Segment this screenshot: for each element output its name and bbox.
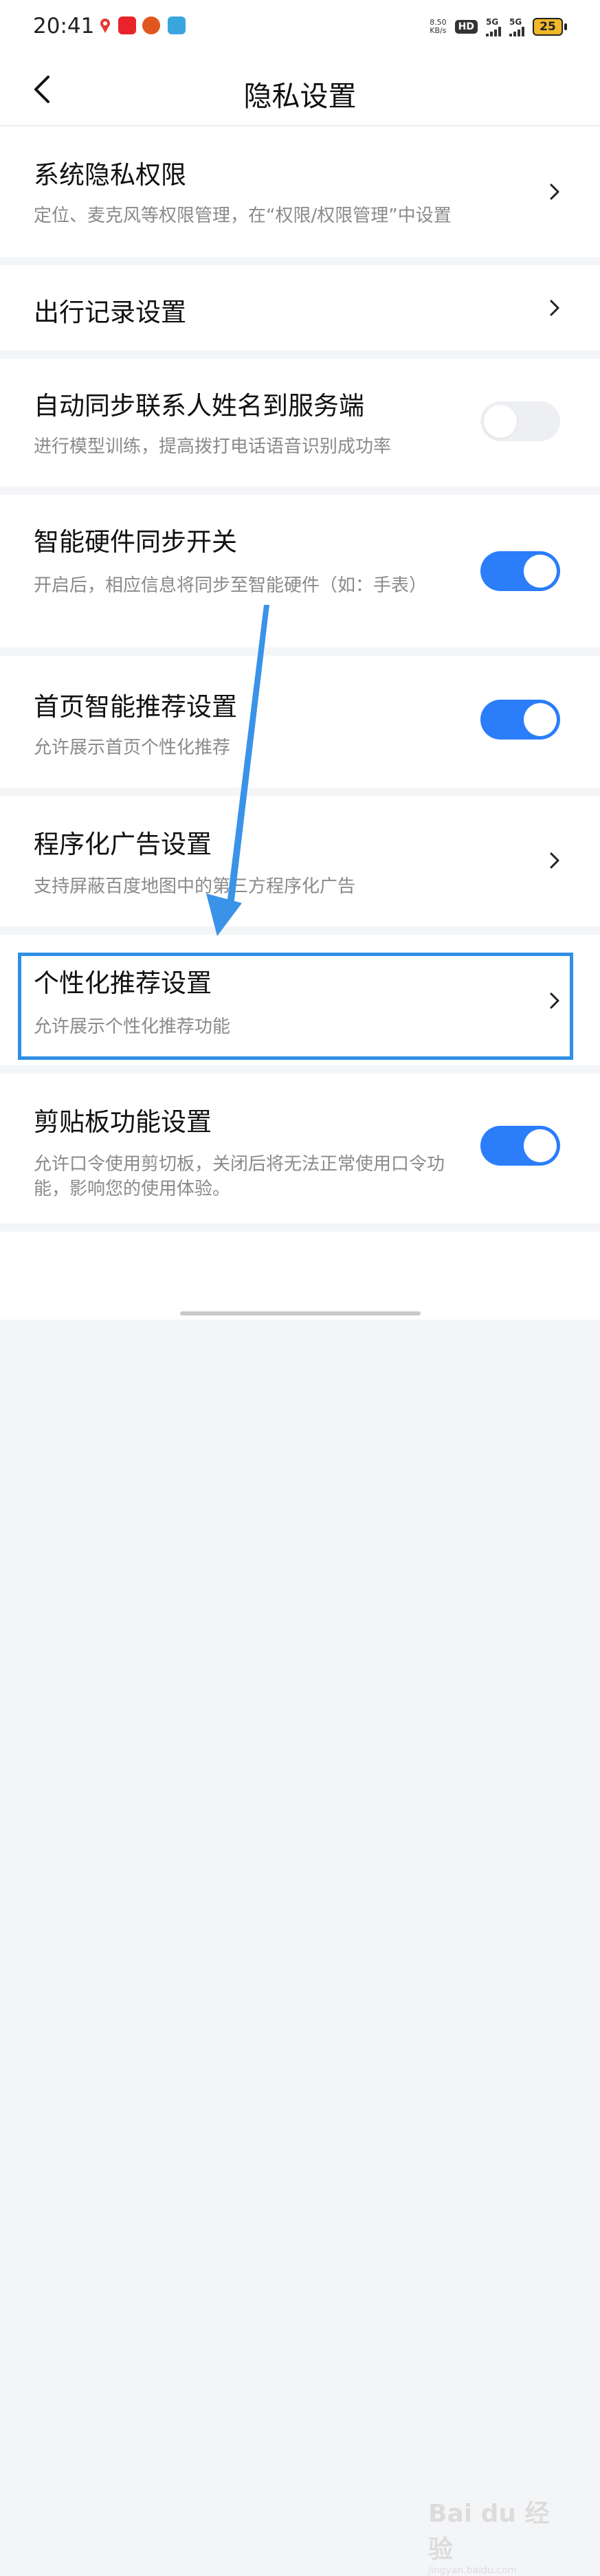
status-right: 8.50 KB/s HD 5G 5G 25 [430,15,567,38]
baidu-jingyan-watermark: Bai du 经验 jingyan.baidu.com [428,2494,566,2576]
setting-description: 允许口令使用剪切板，关闭后将无法正常使用口令功能，影响您的使用体验。 [34,1154,445,1199]
signal-sim2-icon: 5G [509,17,524,36]
setting-title: 程序化广告设置 [34,830,212,859]
hd-badge: HD [454,20,478,34]
bottom-area: Bai du 经验 jingyan.baidu.com [0,1232,600,2576]
setting-title: 首页智能推荐设置 [34,692,237,722]
setting-home-recommend[interactable]: 首页智能推荐设置 允许展示首页个性化推荐 [0,656,600,788]
home-indicator[interactable] [180,1311,421,1315]
nav-header: 隐私设置 [0,54,600,126]
setting-title: 出行记录设置 [34,298,186,327]
signal-sim1-icon: 5G [486,17,501,36]
setting-title: 系统隐私权限 [34,160,186,190]
setting-title: 自动同步联系人姓名到服务端 [34,391,364,421]
watermark-sub: jingyan.baidu.com [428,2565,518,2576]
watermark-text: Bai du 经验 [428,2500,550,2564]
pumpkin-icon [142,16,160,34]
network-speed: 8.50 KB/s [430,19,447,35]
setting-hardware-sync[interactable]: 智能硬件同步开关 开启后，相应信息将同步至智能硬件（如：手表） [0,495,600,647]
setting-title: 个性化推荐设置 [34,968,212,998]
chevron-right-icon[interactable] [548,298,562,318]
map-pin-icon [96,16,114,34]
clipboard-toggle[interactable] [480,1126,560,1166]
sim2-label: 5G [509,17,522,27]
setting-description: 允许展示首页个性化推荐 [34,737,231,758]
hardware-sync-toggle[interactable] [480,551,560,591]
setting-description: 进行模型训练，提高拨打电话语音识别成功率 [34,436,392,457]
setting-description: 开启后，相应信息将同步至智能硬件（如：手表） [34,575,427,596]
setting-clipboard[interactable]: 剪贴板功能设置 允许口令使用剪切板，关闭后将无法正常使用口令功能，影响您的使用体… [0,1074,600,1223]
app-badge-icon [118,16,136,34]
sim1-label: 5G [486,17,499,27]
setting-personalized-recommend[interactable]: 个性化推荐设置 允许展示个性化推荐功能 [0,935,600,1065]
status-time: 20:41 [33,14,95,38]
setting-title: 剪贴板功能设置 [34,1107,212,1137]
battery-level: 25 [533,18,563,36]
setting-contact-sync[interactable]: 自动同步联系人姓名到服务端 进行模型训练，提高拨打电话语音识别成功率 [0,359,600,487]
setting-programmatic-ads[interactable]: 程序化广告设置 支持屏蔽百度地图中的第三方程序化广告 [0,796,600,926]
chevron-right-icon[interactable] [548,991,562,1010]
setting-description: 定位、麦克风等权限管理，在“权限/权限管理”中设置 [34,206,452,226]
chevron-right-icon[interactable] [548,851,562,870]
battery-icon: 25 [533,18,567,36]
contact-sync-toggle[interactable] [480,401,560,441]
setting-description: 允许展示个性化推荐功能 [34,1017,231,1037]
net-speed-unit: KB/s [430,26,447,35]
setting-title: 智能硬件同步开关 [34,527,237,557]
setting-description: 支持屏蔽百度地图中的第三方程序化广告 [34,876,356,897]
setting-travel-record[interactable]: 出行记录设置 [0,265,600,351]
chevron-right-icon[interactable] [548,182,562,201]
setting-system-privacy[interactable]: 系统隐私权限 定位、麦克风等权限管理，在“权限/权限管理”中设置 [0,126,600,257]
home-recommend-toggle[interactable] [480,700,560,740]
chat-icon [168,16,186,34]
status-bar: 20:41 8.50 KB/s HD 5G 5G 25 [0,0,600,54]
page-title: 隐私设置 [243,80,357,113]
